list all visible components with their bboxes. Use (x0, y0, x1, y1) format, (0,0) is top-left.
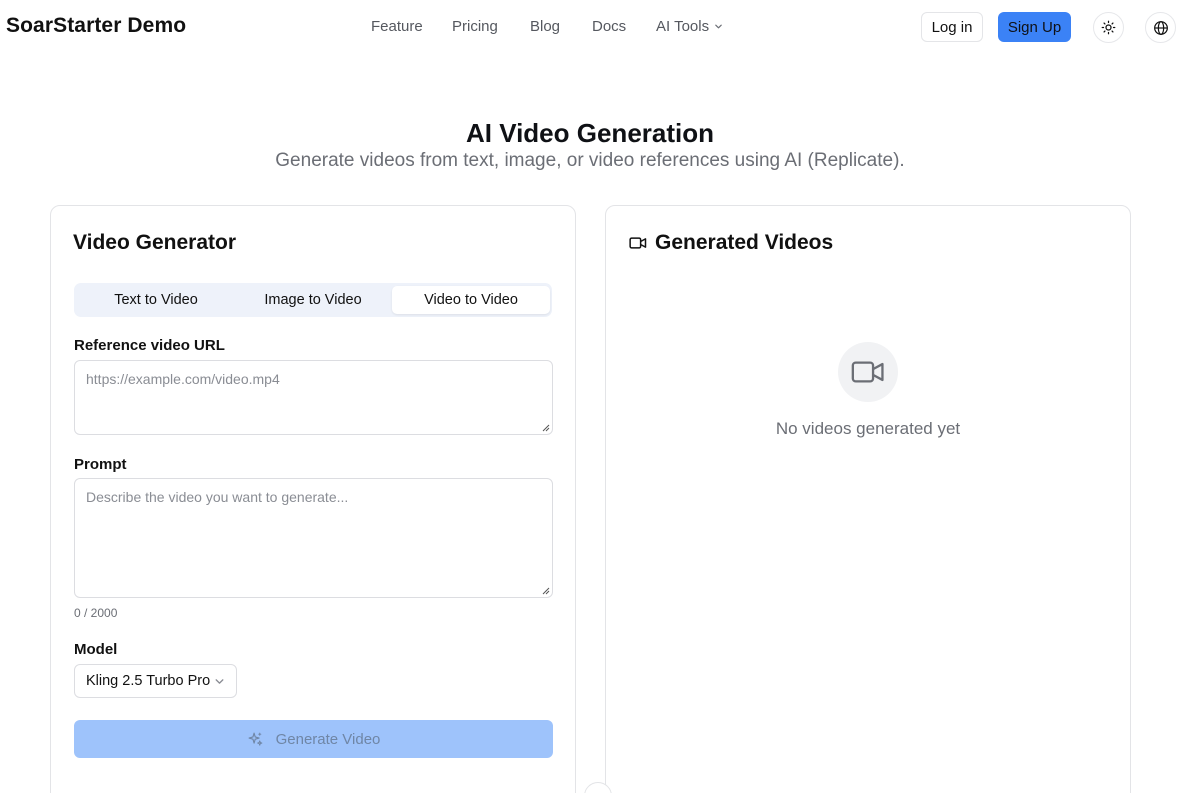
model-label: Model (74, 641, 118, 658)
sparkles-icon (248, 732, 262, 746)
nav-docs[interactable]: Docs (592, 18, 626, 35)
mode-tabs: Text to Video Image to Video Video to Vi… (74, 283, 552, 317)
prompt-label: Prompt (74, 456, 127, 473)
reference-url-label: Reference video URL (74, 337, 225, 354)
generated-videos-header: Generated Videos (629, 231, 833, 255)
tab-video-to-video[interactable]: Video to Video (392, 286, 550, 314)
site-header: SoarStarter Demo Feature Pricing Blog Do… (0, 0, 1200, 56)
theme-toggle-button[interactable] (1093, 12, 1124, 43)
language-button[interactable] (1145, 12, 1176, 43)
video-camera-icon (629, 237, 647, 249)
empty-state-text: No videos generated yet (775, 419, 961, 438)
resize-handle-icon[interactable] (542, 587, 550, 595)
video-generator-card: Video Generator Text to Video Image to V… (50, 205, 576, 793)
reference-url-placeholder: https://example.com/video.mp4 (86, 371, 280, 387)
empty-state-icon-wrap (838, 342, 898, 402)
nav-ai-tools[interactable]: AI Tools (656, 18, 723, 35)
nav-ai-tools-label: AI Tools (656, 18, 710, 35)
generate-video-label: Generate Video (275, 730, 381, 748)
tab-image-to-video[interactable]: Image to Video (234, 286, 392, 314)
chevron-down-icon (715, 24, 722, 29)
globe-icon (1153, 20, 1168, 35)
reference-url-input[interactable]: https://example.com/video.mp4 (74, 360, 553, 435)
prompt-input[interactable]: Describe the video you want to generate.… (74, 478, 553, 598)
generate-video-button[interactable]: Generate Video (74, 720, 553, 758)
generated-videos-card: Generated Videos No videos generated yet (605, 205, 1131, 793)
model-select[interactable]: Kling 2.5 Turbo Pro (74, 664, 237, 698)
nav-pricing[interactable]: Pricing (452, 18, 498, 35)
resize-handle-icon[interactable] (542, 424, 550, 432)
login-button[interactable]: Log in (921, 12, 983, 42)
video-camera-icon (851, 361, 884, 383)
model-select-value: Kling 2.5 Turbo Pro (86, 673, 211, 689)
nav-blog[interactable]: Blog (530, 18, 560, 35)
nav-feature[interactable]: Feature (371, 18, 423, 35)
page-subtitle: Generate videos from text, image, or vid… (275, 150, 905, 171)
generated-videos-title: Generated Videos (655, 231, 834, 254)
char-counter: 0 / 2000 (74, 606, 118, 620)
chevron-down-icon (215, 678, 224, 684)
generator-title: Video Generator (73, 231, 236, 254)
sun-icon (1101, 20, 1116, 35)
page-title: AI Video Generation (465, 118, 714, 148)
prompt-placeholder: Describe the video you want to generate.… (86, 489, 349, 505)
signup-button[interactable]: Sign Up (998, 12, 1071, 42)
tab-text-to-video[interactable]: Text to Video (77, 286, 235, 314)
